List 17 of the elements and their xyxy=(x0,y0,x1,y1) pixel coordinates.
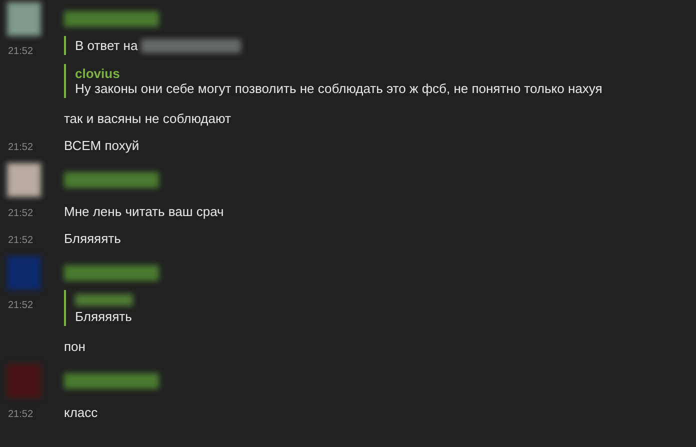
quote-author: clovius xyxy=(75,66,120,81)
message-text: класс xyxy=(64,405,98,420)
message-text: так и васяны не соблюдают xyxy=(64,111,231,126)
message-time: 21:52 xyxy=(8,409,34,420)
quote-text: Ну законы они себе могут позволить не соблюдать это ж фсб, не понятно только нахуя xyxy=(75,81,602,96)
message-time: 21:52 xyxy=(8,300,34,311)
reply-label: В ответ на xyxy=(75,38,138,53)
message-time: 21:52 xyxy=(8,235,34,246)
message-time: 21:52 xyxy=(8,208,34,219)
message-text: пон xyxy=(64,339,86,354)
message-text: Мне лень читать ваш срач xyxy=(64,204,224,219)
redacted-username xyxy=(75,294,133,306)
message-time: 21:52 xyxy=(8,46,34,57)
message-text: Бляяяять xyxy=(64,231,121,246)
message-time: 21:52 xyxy=(8,142,34,153)
quote-text: Бляяяять xyxy=(75,309,132,324)
message-text: ВСЕМ похуй xyxy=(64,138,140,153)
